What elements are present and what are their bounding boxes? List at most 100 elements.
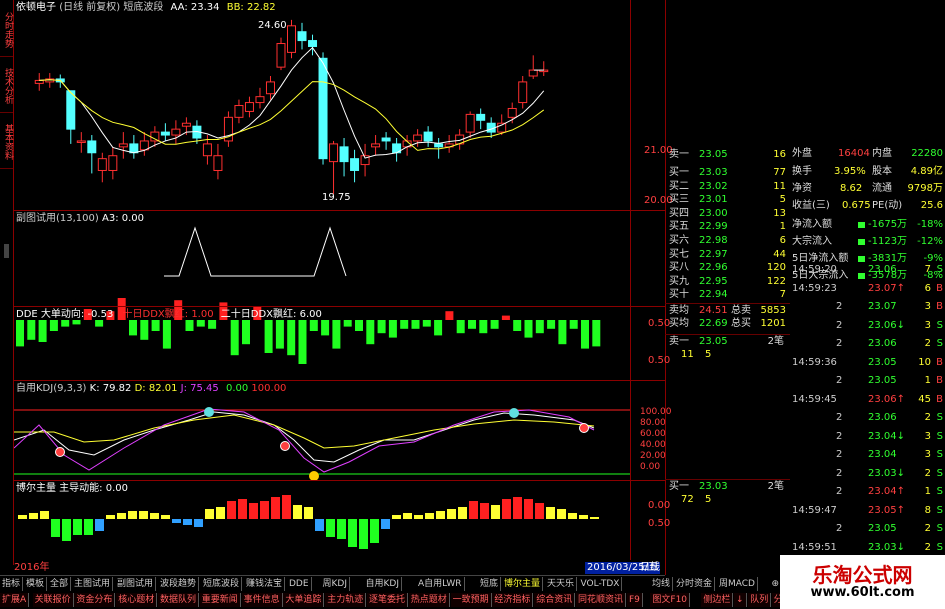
stat-label: 收益(三) [792, 200, 830, 211]
indicator-tab[interactable]: 分时资金 [674, 577, 716, 591]
candle-body [507, 107, 517, 118]
candle-body [150, 131, 160, 142]
function-tab[interactable]: 综合资讯 [534, 593, 576, 607]
tick-volume: 6 [924, 282, 931, 294]
flow-label: 净流入额 [792, 219, 832, 230]
p3-title-row: DDE 大单动向: -0.53 十日DDX飘红: 1.00 二十日DDX飘红: … [16, 309, 322, 321]
function-tab[interactable]: 逐笔委托 [367, 593, 409, 607]
indicator-tab[interactable]: 博尔主量 [502, 577, 544, 591]
indicator-tab[interactable]: 波段趋势 [158, 577, 200, 591]
buy-row: 买十 22.94 7 [665, 288, 790, 301]
tick-direction: B [936, 393, 943, 405]
function-tab[interactable]: 数据队列 [158, 593, 200, 607]
dde-bar [434, 320, 443, 336]
function-tab[interactable]: 主力轨迹 [325, 593, 367, 607]
tab-fundamentals[interactable]: 基本资料 [0, 116, 13, 169]
level-price: 22.96 [699, 262, 728, 274]
boer-bar [40, 511, 49, 519]
indicator-tab[interactable]: 短底 [478, 577, 502, 591]
function-tab[interactable]: 图文F10 [650, 593, 691, 607]
indicator-tab[interactable]: VOL-TDX [579, 577, 623, 591]
function-tab[interactable]: 队列 [748, 593, 772, 607]
level-price: 23.02 [699, 180, 728, 192]
function-tab[interactable]: 一致预期 [450, 593, 492, 607]
dde-bar [287, 320, 296, 356]
indicator-tab[interactable]: A自用LWR [416, 577, 465, 591]
boer-bar [535, 503, 544, 519]
function-tab[interactable]: 热点题材 [408, 593, 450, 607]
tick-row: 14:59:23 23.07↑ 6 B [790, 281, 945, 296]
buy-row: 买五 22.99 1 [665, 220, 790, 233]
function-tab[interactable]: F9 [627, 593, 643, 607]
candle-body [339, 146, 349, 163]
boer-bar [491, 505, 500, 519]
boer-bar [62, 519, 71, 541]
indicator-tab[interactable]: 模板 [24, 577, 48, 591]
indicator-tab[interactable]: DDE [287, 577, 312, 591]
candle-body [97, 158, 107, 171]
function-tab[interactable]: 关联报价 [32, 593, 74, 607]
function-tab[interactable]: 同花顺资讯 [576, 593, 627, 607]
tick-row: 14:59:47 23.05↑ 8 S [790, 503, 945, 518]
tick-volume: 45 [918, 393, 931, 405]
indicator-tab[interactable]: 赚钱法宝 [244, 577, 286, 591]
main-title-row: 依顿电子 (日线 前复权) 短底波段 AA: 23.34 BB: 22.82 [16, 2, 276, 14]
period-label[interactable]: 日线 [640, 562, 660, 574]
indicator-tab[interactable]: 指标 [0, 577, 24, 591]
tab-technical[interactable]: 技术分析 [0, 60, 13, 113]
tick-volume: 3 [924, 301, 931, 312]
indicator-tab[interactable]: 周KDJ [321, 577, 350, 591]
candle-body [528, 69, 538, 77]
boer-bar [568, 513, 577, 519]
function-tab[interactable]: 经济指标 [492, 593, 534, 607]
tick-row: 2 23.06 2 S [790, 410, 945, 425]
function-tab[interactable]: 重要新闻 [199, 593, 241, 607]
function-tab[interactable]: ↓ [734, 593, 747, 607]
function-tab[interactable]: 扩展A [0, 593, 30, 607]
function-tab[interactable]: 侧边栏 [701, 593, 734, 607]
indicator-tab[interactable]: 短底波段 [201, 577, 243, 591]
boer-bar [370, 519, 379, 543]
tick-time: 14:59:47 [792, 504, 837, 516]
tick-price: 23.03↓ [868, 467, 906, 479]
indicator-tab[interactable]: 周MACD [717, 577, 758, 591]
indicator-tab[interactable]: 均线 [650, 577, 674, 591]
tick-price: 23.07↑ [868, 282, 906, 294]
indicator-tab[interactable]: 副图试用 [115, 577, 157, 591]
collapse-handle[interactable] [4, 244, 9, 258]
stock-name[interactable]: 依顿电子 [16, 2, 56, 13]
tick-volume: 7 [924, 264, 931, 275]
tick-row: 14:59:45 23.06↑ 45 B [790, 392, 945, 407]
tick-time: 14:59:36 [792, 356, 837, 368]
candle-body [318, 57, 328, 160]
buy-row: 买八 22.96 120 [665, 261, 790, 274]
tick-volume: 2 [924, 523, 931, 534]
indicator-tab[interactable]: 全部 [48, 577, 72, 591]
boer-bar [84, 519, 93, 535]
candle-body [276, 43, 286, 68]
buy-row: 买九 22.95 122 [665, 275, 790, 288]
tick-direction: S [936, 449, 943, 460]
tab-intraday[interactable]: 分时走势 [0, 4, 13, 57]
indicator-tab-bar: 指标 模板 全部 主图试用 副图试用 波段趋势 短底波段 赚钱法宝 DDE 周KDJ 自用KDJ A自… [0, 575, 783, 592]
indicator-tab[interactable]: 天天乐 [545, 577, 578, 591]
function-tab[interactable]: 资金分布 [74, 593, 116, 607]
dde-bar [535, 320, 544, 334]
dde-bar [27, 320, 36, 340]
tick-volume: 3 [924, 449, 931, 460]
tick-time: 2 [836, 412, 843, 423]
buy-row: 买六 22.98 6 [665, 234, 790, 247]
function-tab[interactable]: 大单追踪 [283, 593, 325, 607]
function-tab[interactable]: 事件信息 [241, 593, 283, 607]
boer-bar [260, 501, 269, 519]
level-label: 买三 [669, 194, 689, 206]
dde-bar [129, 320, 137, 336]
watermark-url: www.60lt.com [810, 585, 915, 600]
dde-bar [501, 315, 510, 320]
dde-bar [321, 320, 330, 336]
function-tab[interactable]: 核心题材 [116, 593, 158, 607]
total-sell-label: 总卖 [731, 305, 751, 316]
level-label: 卖一 [669, 149, 689, 160]
indicator-tab[interactable]: 自用KDJ [364, 577, 402, 591]
indicator-tab[interactable]: 主图试用 [72, 577, 114, 591]
